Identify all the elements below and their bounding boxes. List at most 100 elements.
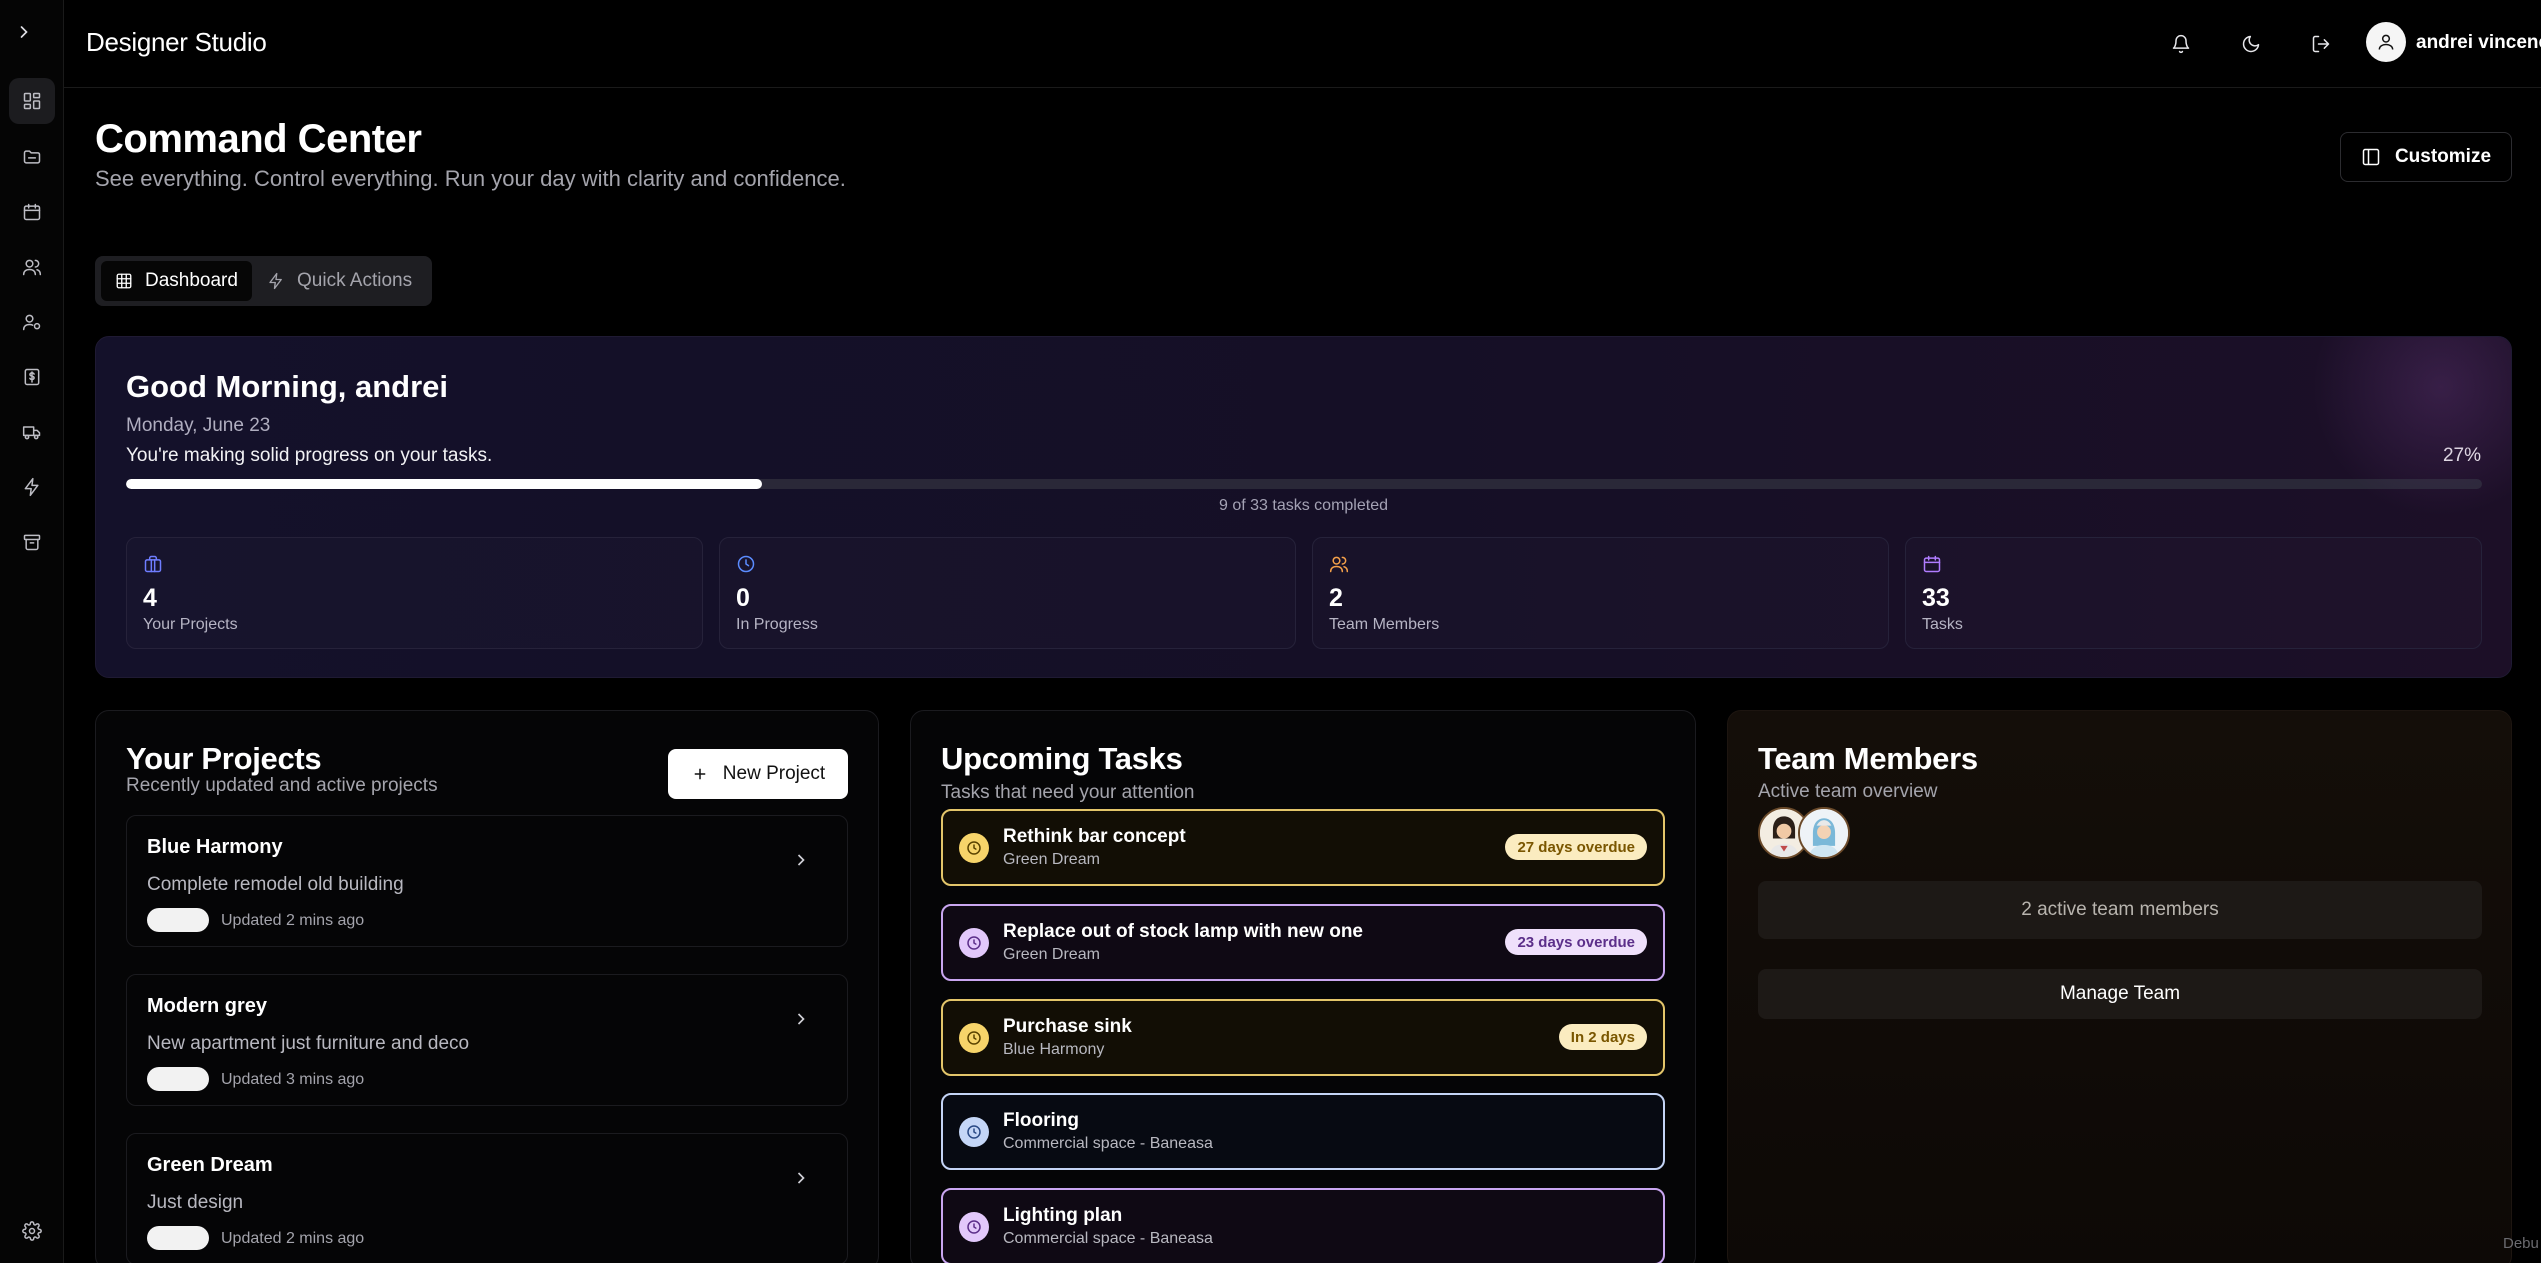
tab-dashboard[interactable]: Dashboard	[101, 261, 252, 301]
stat-label: Team Members	[1329, 616, 1440, 633]
debug-label[interactable]: Debu	[2503, 1235, 2539, 1252]
stat-card-team-members[interactable]: 2 Team Members	[1312, 537, 1889, 649]
project-updated: Updated 2 mins ago	[221, 912, 365, 929]
task-item[interactable]: Rethink bar concept Green Dream 27 days …	[941, 809, 1665, 886]
user-avatar[interactable]	[2366, 22, 2406, 62]
clock-icon	[967, 841, 981, 855]
grid-icon	[116, 273, 132, 289]
new-project-button[interactable]: New Project	[668, 749, 848, 799]
clock-icon	[737, 555, 755, 573]
task-project: Blue Harmony	[1003, 1041, 1105, 1058]
sidebar-item-settings[interactable]	[9, 1208, 55, 1254]
project-status-pill	[147, 1226, 209, 1250]
calendar-icon	[23, 203, 41, 221]
sidebar-item-team[interactable]	[9, 244, 55, 290]
task-status	[959, 833, 989, 863]
task-name: Replace out of stock lamp with new one	[1003, 921, 1363, 942]
chevron-right-icon	[797, 854, 805, 866]
sidebar-item-dashboard[interactable]	[9, 78, 55, 124]
notifications-button[interactable]	[2161, 24, 2201, 64]
task-item[interactable]: Replace out of stock lamp with new one G…	[941, 904, 1665, 981]
stat-value: 0	[736, 584, 750, 612]
tasks-subtitle: Tasks that need your attention	[941, 782, 1195, 803]
chevron-right-icon[interactable]	[14, 22, 34, 42]
new-project-label: New Project	[722, 763, 826, 784]
progress-bar	[126, 479, 2482, 489]
theme-toggle-button[interactable]	[2231, 24, 2271, 64]
project-description: Complete remodel old building	[147, 874, 404, 895]
project-status-pill	[147, 908, 209, 932]
stat-card-in-progress[interactable]: 0 In Progress	[719, 537, 1296, 649]
bell-icon	[2172, 34, 2190, 54]
project-name: Blue Harmony	[147, 836, 283, 858]
progress-count: 9 of 33 tasks completed	[1219, 497, 1388, 514]
logout-button[interactable]	[2301, 24, 2341, 64]
tab-quick-actions-label: Quick Actions	[297, 270, 413, 291]
stat-value: 4	[143, 584, 157, 612]
stat-card-tasks[interactable]: 33 Tasks	[1905, 537, 2482, 649]
project-item[interactable]: Blue Harmony Complete remodel old buildi…	[126, 815, 848, 947]
task-item[interactable]: Purchase sink Blue Harmony In 2 days	[941, 999, 1665, 1076]
project-item[interactable]: Modern grey New apartment just furniture…	[126, 974, 848, 1106]
sidebar-item-quick-actions[interactable]	[9, 464, 55, 510]
projects-title: Your Projects	[126, 741, 322, 776]
stat-label: In Progress	[736, 616, 818, 633]
sidebar-item-archive[interactable]	[9, 519, 55, 565]
task-name: Flooring	[1003, 1110, 1079, 1131]
layout-panel-icon	[2362, 148, 2380, 166]
task-name: Purchase sink	[1003, 1016, 1132, 1037]
sidebar-item-invoices[interactable]	[9, 354, 55, 400]
user-name[interactable]: andrei vincene	[2416, 32, 2541, 54]
customize-label: Customize	[2394, 146, 2492, 167]
active-members-summary: 2 active team members	[1758, 881, 2482, 939]
team-avatar[interactable]	[1798, 807, 1850, 859]
projects-card: Your Projects Recently updated and activ…	[95, 710, 879, 1263]
tasks-card: Upcoming Tasks Tasks that need your atte…	[910, 710, 1696, 1263]
progress-percent: 27%	[2442, 445, 2481, 466]
project-status-pill	[147, 1067, 209, 1091]
chevron-right-icon	[797, 1172, 805, 1184]
task-project: Green Dream	[1003, 946, 1100, 963]
project-item[interactable]: Green Dream Just design Updated 2 mins a…	[126, 1133, 848, 1263]
task-item[interactable]: Lighting plan Commercial space - Baneasa	[941, 1188, 1665, 1263]
clock-icon	[967, 936, 981, 950]
user-settings-icon	[22, 314, 41, 331]
lightning-icon	[24, 477, 39, 497]
greeting: Good Morning, andrei	[126, 369, 449, 404]
sidebar-item-calendar[interactable]	[9, 189, 55, 235]
archive-icon	[23, 534, 41, 551]
task-project: Commercial space - Baneasa	[1003, 1230, 1213, 1247]
task-due-badge: 27 days overdue	[1505, 834, 1647, 860]
task-due-badge: In 2 days	[1558, 1024, 1647, 1050]
project-updated: Updated 3 mins ago	[221, 1071, 365, 1088]
lightning-icon	[269, 272, 282, 290]
briefcase-icon	[144, 555, 162, 573]
task-status	[959, 1212, 989, 1242]
view-tabs: Dashboard Quick Actions	[95, 256, 432, 306]
progress-message: You're making solid progress on your tas…	[126, 445, 493, 466]
brand-title: Designer Studio	[86, 27, 267, 57]
gear-icon	[22, 1221, 42, 1241]
team-card: Team Members Active team overview 2 acti…	[1727, 710, 2512, 1263]
sidebar-item-projects[interactable]	[9, 134, 55, 180]
task-item[interactable]: Flooring Commercial space - Baneasa	[941, 1093, 1665, 1170]
customize-button[interactable]: Customize	[2340, 132, 2512, 182]
project-description: Just design	[147, 1192, 244, 1213]
sidebar-item-clients[interactable]	[9, 299, 55, 345]
sidebar	[0, 0, 64, 1263]
stat-card-projects[interactable]: 4 Your Projects	[126, 537, 703, 649]
manage-team-button[interactable]: Manage Team	[1758, 969, 2482, 1019]
team-title: Team Members	[1758, 741, 1978, 776]
task-name: Lighting plan	[1003, 1205, 1123, 1226]
sidebar-item-deliveries[interactable]	[9, 409, 55, 455]
task-project: Commercial space - Baneasa	[1003, 1135, 1213, 1152]
logout-icon	[2312, 35, 2330, 53]
projects-subtitle: Recently updated and active projects	[126, 775, 438, 796]
users-icon	[1329, 556, 1349, 573]
clock-icon	[967, 1031, 981, 1045]
task-project: Green Dream	[1003, 851, 1100, 868]
tab-quick-actions[interactable]: Quick Actions	[253, 261, 426, 301]
page-title: Command Center	[95, 117, 422, 161]
task-name: Rethink bar concept	[1003, 826, 1186, 847]
team-subtitle: Active team overview	[1758, 781, 1938, 802]
